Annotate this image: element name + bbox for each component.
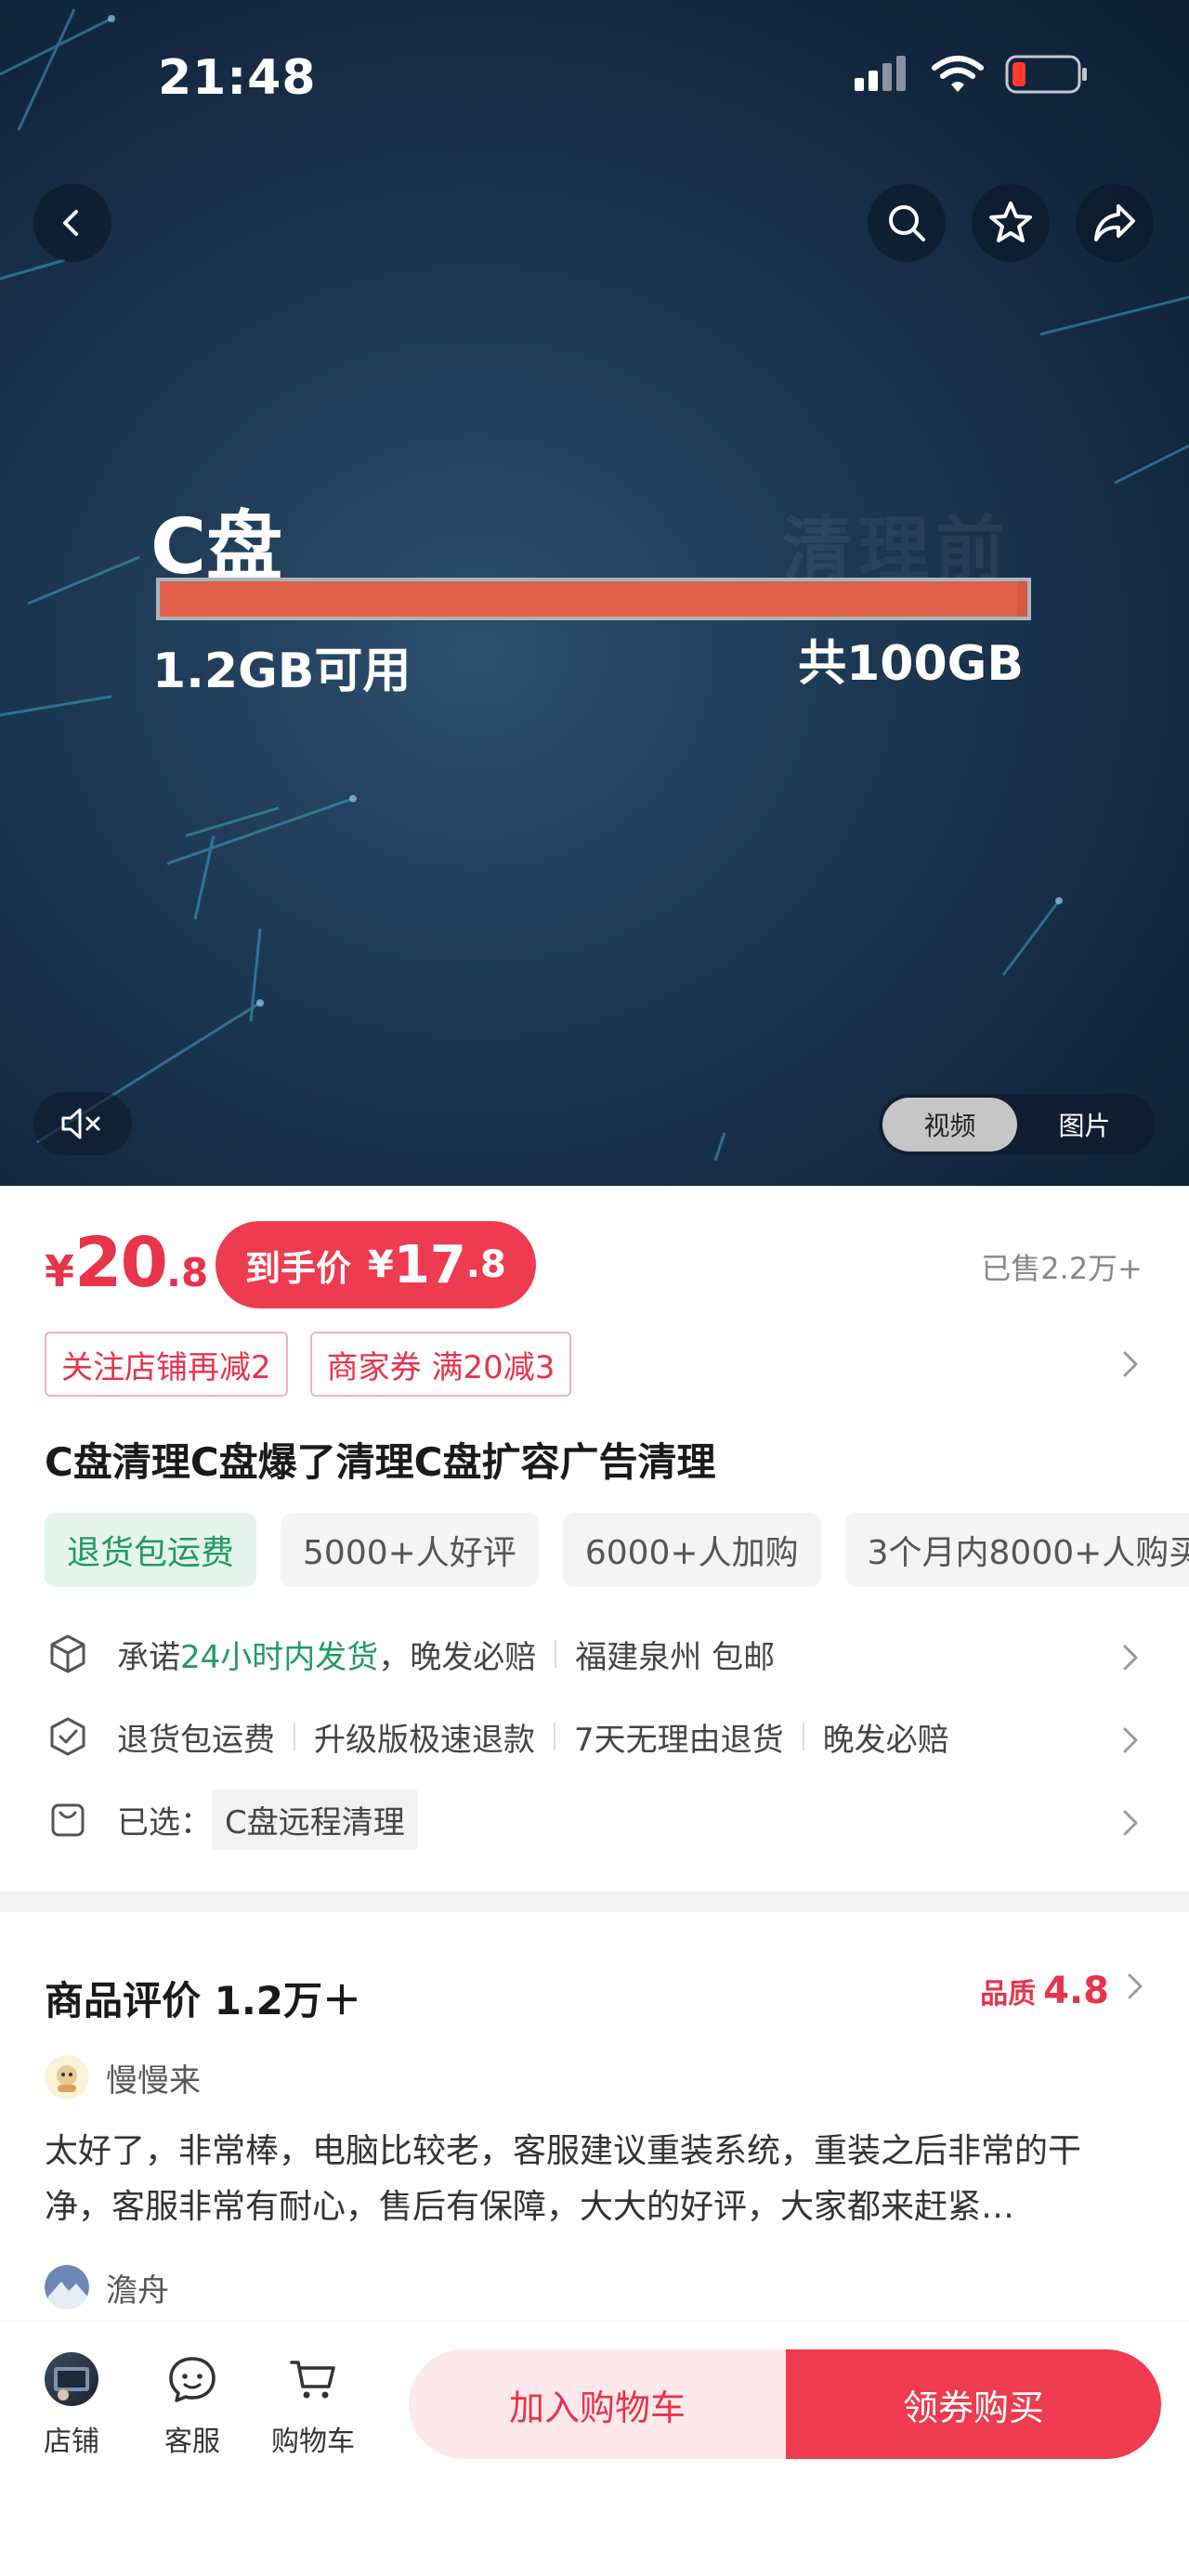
favorite-button[interactable] [972,184,1050,262]
buy-with-coupon-button[interactable]: 领券购买 [786,2349,1161,2459]
final-price-currency: ¥ [368,1243,394,1286]
final-price-integer: 17 [393,1234,466,1295]
separator [554,1723,555,1750]
shopping-bag-icon [51,1803,85,1837]
avatar [45,2055,89,2100]
speaker-muted-icon [61,1108,100,1139]
shipping-row[interactable]: 承诺 24小时内发货 ，晚发必赔 福建泉州 包邮 [45,1617,1144,1691]
separator [294,1723,295,1750]
shop-avatar-icon [45,2352,98,2406]
service-7day-return: 7天无理由退货 [574,1721,784,1759]
mute-button[interactable] [33,1092,132,1155]
chevron-right-icon [1123,1727,1138,1753]
final-price-badge[interactable]: 到手价 ¥ 17 .8 [216,1221,536,1308]
highlight-tags: 退货包运费 5000+人好评 6000+人加购 3个月内8000+人购买 [45,1513,1189,1587]
tag-added-to-cart: 6000+人加购 [562,1513,821,1587]
product-info-section: ¥ 20 .8 到手价 ¥ 17 .8 已售2.2万+ 关注店铺再减2 商家券 … [0,1186,1189,1892]
wifi-icon [932,56,984,92]
shield-check-icon [50,1717,85,1756]
original-price: ¥ 20 .8 [45,1223,208,1312]
service-guarantee-row[interactable]: 退货包运费 升级版极速退款 7天无理由退货 晚发必赔 [45,1699,1144,1774]
status-bar: 21:48 [0,0,1189,149]
disk-total-label: 共100GB [798,636,1024,692]
tab-video[interactable]: 视频 [882,1098,1017,1151]
final-price-label: 到手价 [245,1247,352,1289]
cart-label: 购物车 [271,2426,355,2458]
selected-label: 已选： [117,1803,212,1841]
status-time: 21:48 [158,50,317,106]
reviewer-name: 澹舟 [106,2271,169,2309]
search-icon [889,205,925,241]
reviewer-1: 慢慢来 [45,2051,201,2103]
section-divider [0,1892,1189,1912]
battery-low-icon [1005,55,1087,94]
shipping-prefix: 承诺 [117,1638,180,1676]
chat-bubble-icon [169,2357,216,2402]
share-icon [1094,204,1135,241]
tag-good-reviews: 5000+人好评 [281,1513,539,1587]
media-type-toggle: 视频 图片 [879,1094,1156,1155]
price-currency: ¥ [45,1246,75,1296]
share-button[interactable] [1076,184,1154,262]
selected-option-chip[interactable]: C盘远程清理 [212,1789,418,1850]
chevron-right-icon [1123,1351,1138,1377]
bottom-action-bar: 店铺 客服 购物车 加入购物车 领券购买 [0,2321,1189,2576]
cart-button[interactable]: 购物车 [262,2351,364,2459]
disk-usage-bar [156,578,1031,620]
service-late-compensation: 晚发必赔 [822,1721,949,1759]
status-icons [855,54,1089,95]
coupon-merchant[interactable]: 商家券 满20减3 [309,1332,572,1397]
tag-recent-purchases: 3个月内8000+人购买 [844,1513,1189,1587]
price-decimal: .8 [166,1250,209,1295]
customer-service-button[interactable]: 客服 [141,2351,243,2459]
disk-free-label: 1.2GB可用 [152,644,412,699]
tag-free-return: 退货包运费 [45,1513,257,1587]
final-price-decimal: .8 [465,1243,506,1286]
reviewer-name: 慢慢来 [106,2062,201,2100]
separator [555,1640,557,1668]
cellular-signal-icon [855,56,906,91]
reviews-title: 商品评价 1.2万＋ [45,1978,362,2023]
shop-label: 店铺 [44,2426,99,2458]
cube-icon [50,1634,85,1673]
reviews-section[interactable]: 商品评价 1.2万＋ 品质 4.8 慢慢来 太好了，非常棒，电脑比较老，客服建议… [0,1912,1189,2321]
quality-label: 品质 [980,1978,1037,2010]
sold-count: 已售2.2万+ [981,1251,1143,1286]
shipping-time: 24小时内发货 [180,1638,379,1676]
quality-rating[interactable]: 品质 4.8 [980,1970,1146,2012]
shopping-cart-icon [290,2361,335,2399]
chevron-left-icon [63,210,78,236]
chevron-right-icon [1123,1810,1138,1836]
back-button[interactable] [33,184,111,262]
quality-score: 4.8 [1043,1970,1109,2012]
product-title: C盘清理C盘爆了清理C盘扩容广告清理 [45,1439,716,1485]
add-to-cart-button[interactable]: 加入购物车 [409,2349,786,2459]
coupon-row[interactable]: 关注店铺再减2 商家券 满20减3 [45,1331,1144,1398]
service-free-return: 退货包运费 [117,1721,275,1759]
separator [802,1723,804,1750]
product-media-hero[interactable]: 21:48 清理前 C盘 1.2GB可用 共100GB 视频 图片 [0,0,1189,1186]
service-fast-refund: 升级版极速退款 [314,1721,535,1759]
disk-usage-fill [160,581,1017,617]
shipping-location: 福建泉州 包邮 [575,1638,776,1676]
reviewer-2: 澹舟 [45,2261,169,2313]
shop-button[interactable]: 店铺 [20,2351,123,2459]
tab-images[interactable]: 图片 [1017,1098,1152,1151]
review-text: 太好了，非常棒，电脑比较老，客服建议重装系统，重装之后非常的干净，客服非常有耐心… [45,2132,1082,2226]
chevron-right-icon [1123,1645,1138,1671]
avatar [45,2265,89,2309]
chevron-right-icon [1128,1973,1143,1999]
customer-service-label: 客服 [164,2426,220,2458]
selected-option-row[interactable]: 已选： C盘远程清理 [45,1782,1144,1856]
price-integer: 20 [74,1223,168,1303]
search-button[interactable] [868,184,946,262]
star-icon [989,202,1032,242]
shipping-suffix: ，晚发必赔 [378,1638,537,1676]
coupon-follow-store[interactable]: 关注店铺再减2 [45,1332,288,1397]
